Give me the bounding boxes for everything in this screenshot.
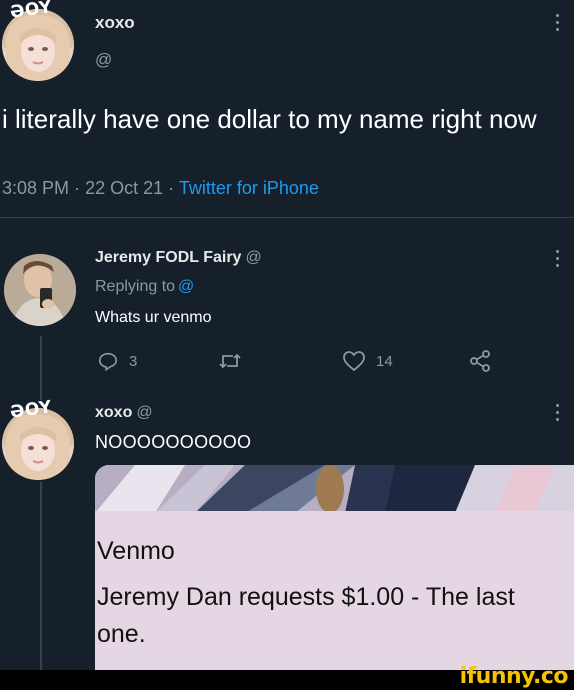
reply-count: 3: [129, 352, 138, 370]
reply-icon: [97, 350, 119, 372]
retweet-button[interactable]: [218, 349, 252, 373]
replying-to-label: Replying to: [95, 278, 176, 295]
reply-author-name[interactable]: xoxo: [95, 404, 132, 421]
reply-author-avatar[interactable]: [4, 254, 76, 326]
reply-author[interactable]: Jeremy FODL Fairy @: [95, 249, 262, 267]
divider: [0, 217, 574, 218]
notification-body: Jeremy Dan requests $1.00 - The last one…: [97, 583, 515, 648]
replying-to: Replying to @: [95, 278, 194, 296]
like-button[interactable]: 14: [342, 349, 393, 373]
replying-to-handle[interactable]: @: [178, 278, 194, 295]
reply-author-handle[interactable]: @: [245, 249, 261, 266]
watermark: ifunny.co: [459, 664, 569, 689]
thread-line: [40, 336, 42, 400]
author-handle[interactable]: @: [95, 50, 112, 70]
share-icon: [468, 350, 492, 372]
more-icon[interactable]: [554, 404, 560, 426]
reply-author-handle[interactable]: @: [136, 404, 152, 421]
share-button[interactable]: [468, 349, 492, 373]
notification-title: Venmo: [97, 537, 175, 565]
more-icon[interactable]: [554, 250, 560, 272]
author-name[interactable]: xoxo: [95, 13, 135, 33]
meta-separator: ·: [168, 178, 175, 198]
tweet-thread-screen: ƏOY xoxo @ i literally have one dollar t…: [0, 0, 574, 690]
reply-button[interactable]: 3: [97, 349, 137, 373]
attached-image-art: [95, 465, 574, 513]
tweet-date: 22 Oct 21: [85, 178, 164, 198]
reply-text: Whats ur venmo: [95, 309, 212, 326]
meta-separator: ·: [74, 178, 81, 198]
like-icon: [342, 350, 366, 372]
tweet-text: i literally have one dollar to my name r…: [2, 104, 537, 134]
tweet-time: 3:08 PM: [2, 178, 70, 198]
reply-author[interactable]: xoxo @: [95, 404, 153, 422]
attached-image[interactable]: Venmo Jeremy Dan requests $1.00 - The la…: [95, 465, 574, 670]
like-count: 14: [376, 352, 393, 370]
more-icon[interactable]: [554, 14, 560, 36]
reply-text: NOOOOOOOOOO: [95, 432, 252, 452]
reply-author-name[interactable]: Jeremy FODL Fairy: [95, 249, 241, 266]
tweet-source-link[interactable]: Twitter for iPhone: [179, 178, 319, 198]
thread-line: [40, 482, 42, 672]
retweet-icon: [218, 350, 242, 372]
tweet-metadata: 3:08 PM · 22 Oct 21 · Twitter for iPhone: [2, 178, 319, 199]
